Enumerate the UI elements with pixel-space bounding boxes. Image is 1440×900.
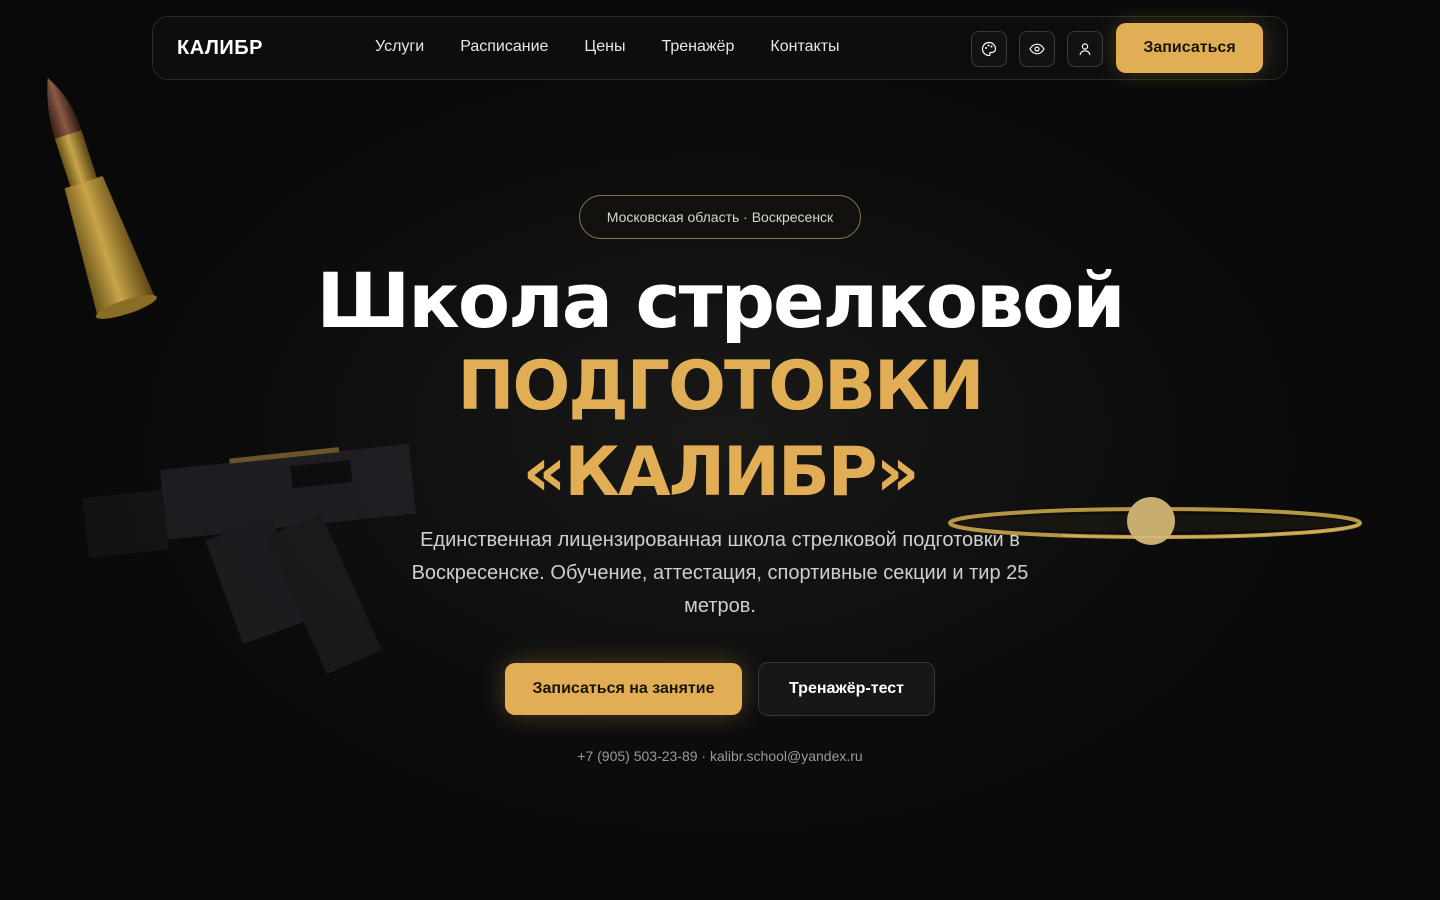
nav-link-simulator[interactable]: Тренажёр: [662, 38, 735, 56]
contact-info[interactable]: +7 (905) 503-23-89 · kalibr.school@yande…: [0, 748, 1440, 764]
book-lesson-button[interactable]: Записаться на занятие: [505, 663, 742, 715]
nav-link-prices[interactable]: Цены: [584, 38, 625, 56]
hero-title-line-3: «КАЛИБР»: [522, 433, 919, 512]
nav-link-contacts[interactable]: Контакты: [770, 38, 839, 56]
simulator-test-button[interactable]: Тренажёр-тест: [758, 662, 935, 716]
hero-title: Школа стрелковой подготовки «КАЛИБР»: [0, 258, 1440, 516]
account-button[interactable]: [1067, 31, 1103, 67]
nav-menu: Услуги Расписание Цены Тренажёр Контакты: [375, 38, 840, 56]
nav-link-services[interactable]: Услуги: [375, 38, 424, 56]
accessibility-button[interactable]: [1019, 31, 1055, 67]
nav-link-schedule[interactable]: Расписание: [460, 38, 548, 56]
brand-logo[interactable]: КАЛИБР: [177, 37, 263, 60]
palette-icon: [981, 41, 997, 57]
theme-button[interactable]: [971, 31, 1007, 67]
hero-title-line-2: подготовки: [457, 347, 985, 426]
navbar: КАЛИБР Услуги Расписание Цены Тренажёр К…: [152, 16, 1288, 80]
eye-icon: [1029, 43, 1045, 55]
user-icon: [1079, 43, 1091, 56]
location-badge: Московская область · Воскресенск: [579, 195, 861, 239]
hero-description: Единственная лицензированная школа стрел…: [411, 529, 1029, 617]
signup-button[interactable]: Записаться: [1116, 23, 1263, 73]
hero-title-line-1: Школа стрелковой: [316, 256, 1125, 345]
